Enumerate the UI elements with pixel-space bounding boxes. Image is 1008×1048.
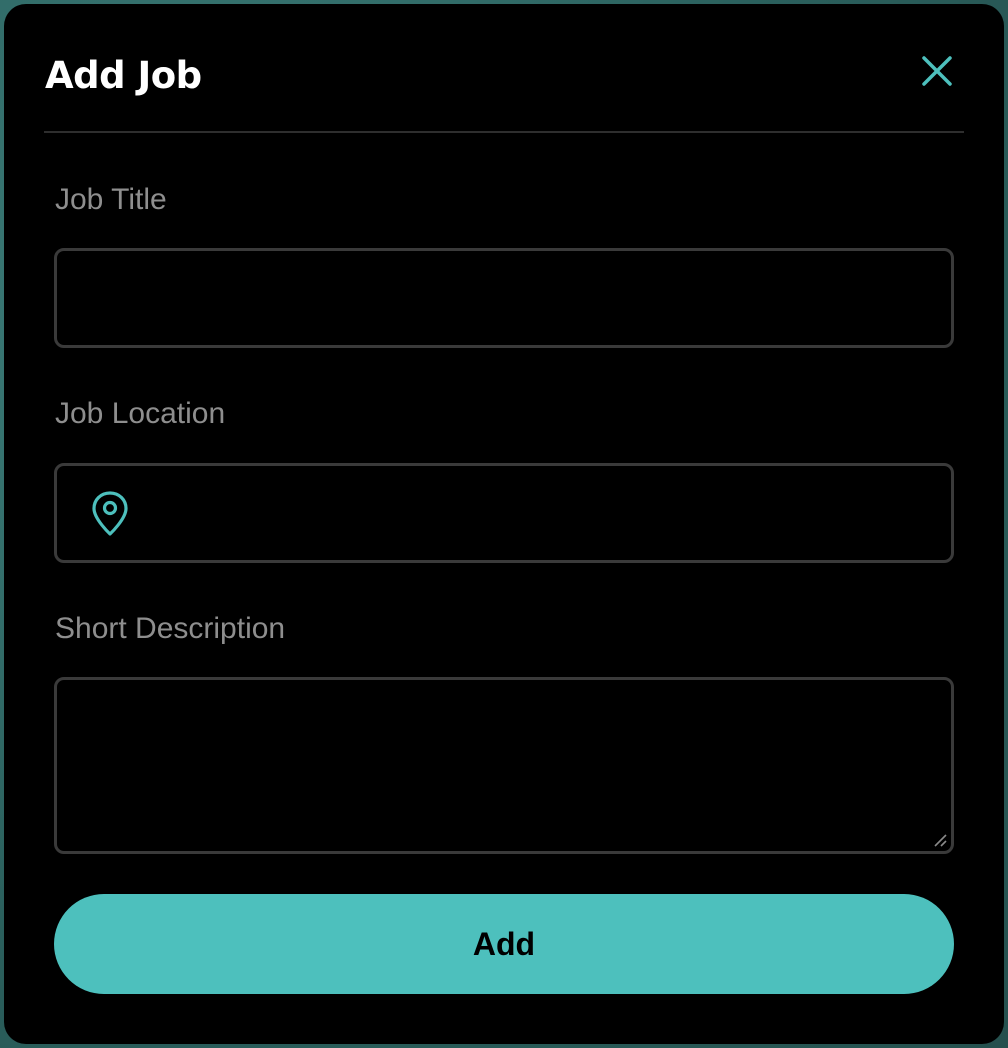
job-location-field bbox=[54, 463, 954, 563]
modal-title: Add Job bbox=[45, 54, 202, 97]
header-divider bbox=[44, 131, 964, 133]
job-title-label: Job Title bbox=[55, 183, 167, 216]
close-button[interactable] bbox=[915, 52, 959, 92]
location-pin-icon bbox=[92, 491, 128, 536]
resize-handle-icon[interactable] bbox=[932, 832, 948, 848]
job-title-input[interactable] bbox=[57, 251, 951, 345]
job-location-label: Job Location bbox=[55, 397, 226, 430]
add-button[interactable]: Add bbox=[54, 894, 954, 994]
close-icon bbox=[922, 56, 952, 86]
job-title-field bbox=[54, 248, 954, 348]
short-description-input[interactable] bbox=[57, 680, 951, 851]
job-location-input[interactable] bbox=[57, 466, 951, 560]
add-job-modal: Add Job Job Title Job Location Short Des… bbox=[4, 4, 1004, 1044]
short-description-label: Short Description bbox=[55, 612, 286, 645]
short-description-field bbox=[54, 677, 954, 854]
